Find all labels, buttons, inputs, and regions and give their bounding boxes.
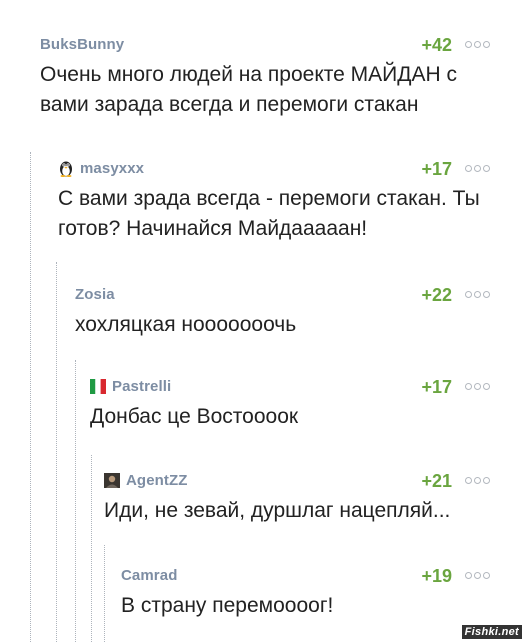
watermark: Fishki.net [461,625,522,639]
comment-score: +17 [421,159,452,179]
comment-text: В страну перемоооог! [121,594,334,617]
penguin-avatar-icon [58,160,74,177]
more-options-icon[interactable] [465,165,490,172]
comment-text: Донбас це Востоооок [90,405,299,428]
comment-text: С вами зрада всегда - перемоги стакан. Т… [58,187,480,240]
comment-author[interactable]: Pastrelli [112,378,171,395]
comment-score: +42 [421,35,452,55]
comment-score: +21 [421,471,452,491]
comment-score: +19 [421,566,452,586]
comment: Zosia +22 хохляцкая нооооооочь [75,285,490,340]
more-options-icon[interactable] [465,291,490,298]
comment-author[interactable]: Zosia [75,286,115,303]
comment: Pastrelli +17 Донбас це Востоооок [90,377,490,432]
comment-author[interactable]: AgentZZ [126,472,188,489]
thread-line-3 [75,360,76,642]
user-avatar-icon [104,472,120,489]
thread-line-1 [30,152,31,642]
thread-line-2 [56,262,57,642]
comment-score: +17 [421,377,452,397]
comment: AgentZZ +21 Иди, не зевай, дуршлаг нацеп… [104,471,490,526]
comment-author[interactable]: masyxxx [80,160,144,177]
more-options-icon[interactable] [465,477,490,484]
italy-flag-icon [90,378,106,395]
comment-text: Очень много людей на проекте МАЙДАН с ва… [40,63,457,116]
comment-text: Иди, не зевай, дуршлаг нацепляй... [104,499,451,522]
more-options-icon[interactable] [465,41,490,48]
comment-score: +22 [421,285,452,305]
more-options-icon[interactable] [465,383,490,390]
thread-line-4 [91,455,92,642]
comment: masyxxx +17 С вами зрада всегда - перемо… [58,159,490,244]
more-options-icon[interactable] [465,572,490,579]
comment-text: хохляцкая нооооооочь [75,313,297,336]
comment: Camrad +19 В страну перемоооог! [121,566,490,621]
thread-line-5 [104,545,105,642]
comment-author[interactable]: BuksBunny [40,36,124,53]
comment: BuksBunny +42 Очень много людей на проек… [40,35,490,120]
comment-author[interactable]: Camrad [121,567,177,584]
